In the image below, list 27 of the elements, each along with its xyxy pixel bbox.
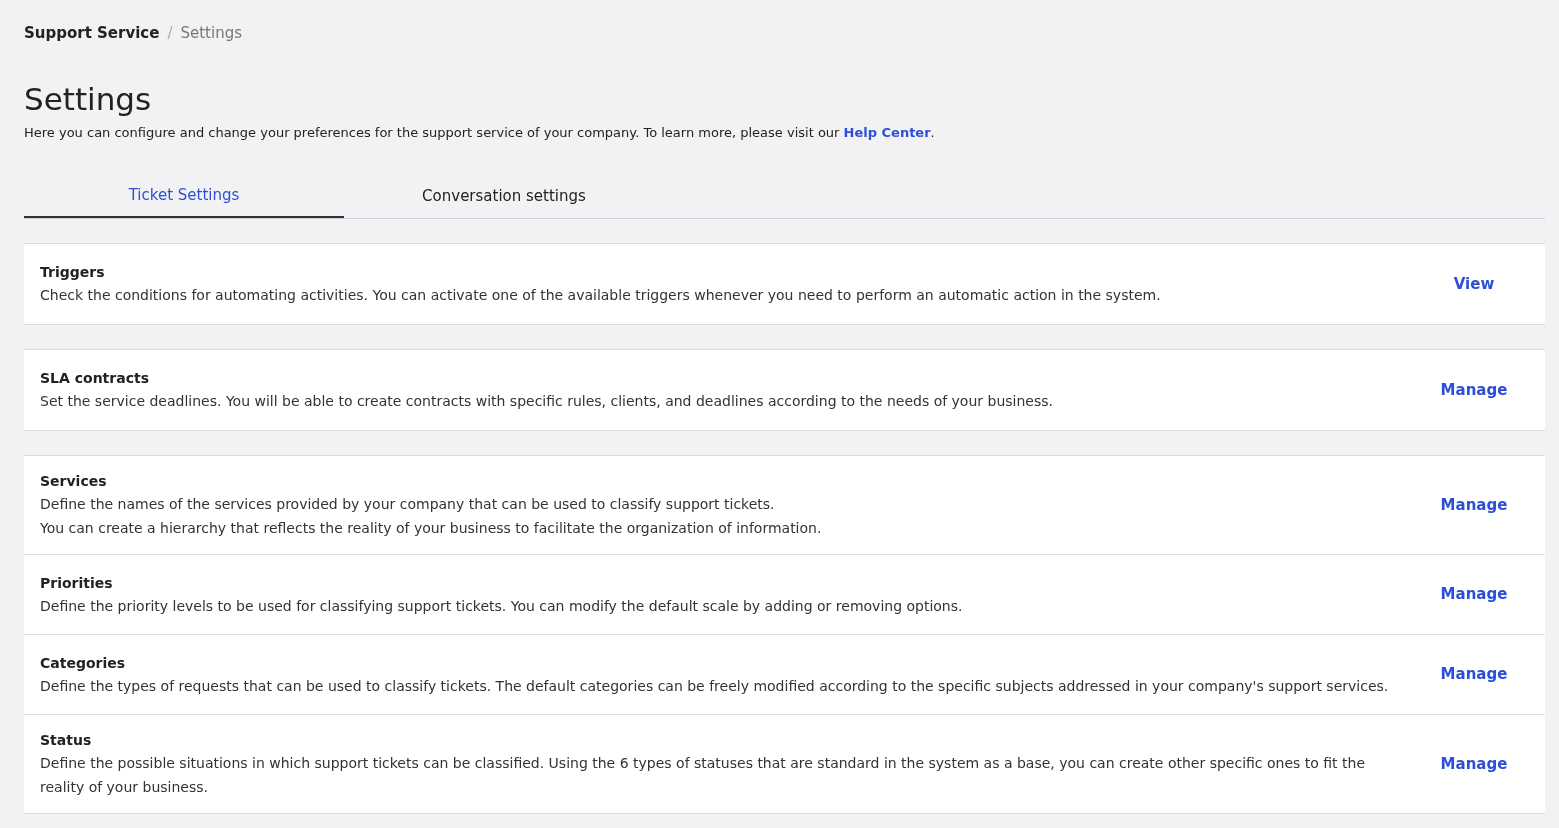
setting-description: Define the priority levels to be used for classifying support tickets. You can modify the default scale by adding or removing options.	[40, 596, 964, 616]
setting-description: You can create a hierarchy that reflects the reality of your business to facilitate the organization of information.	[40, 519, 823, 538]
setting-description: Set the service deadlines. You will be able to create contracts with specific rules, clients, and deadlines according to the needs of your business.	[40, 392, 1054, 411]
tab[interactable]: Conversation settings	[344, 180, 664, 218]
setting-title: Status	[40, 731, 93, 750]
page-title: Settings	[24, 79, 153, 119]
setting-description: Check the conditions for automating activities. You can activate one of the available triggers whenever you need to perform an automatic action in the system.	[40, 286, 1162, 305]
setting-description: Define the names of the services provided by your company that can be used to classify support tickets.	[40, 495, 776, 514]
manage-link[interactable]: Manage	[1419, 583, 1529, 606]
setting-title: Priorities	[40, 573, 114, 593]
help-center-link[interactable]: Help Center	[843, 124, 931, 140]
setting-title: SLA contracts	[40, 369, 150, 388]
manage-link[interactable]: Manage	[1419, 493, 1529, 517]
setting-description: Define the types of requests that can be used to classify tickets. The default categories can be freely modified according to the specific subjects addressed in your company's support services.	[40, 676, 1390, 696]
manage-link[interactable]: Manage	[1419, 663, 1529, 686]
manage-link[interactable]: Manage	[1419, 752, 1529, 776]
page-description: Here you can configure and change your preferences for the support service of your company. To learn more, please visit our Help Center.	[24, 123, 936, 142]
tab[interactable]: Ticket Settings	[24, 180, 344, 218]
manage-link[interactable]: View	[1419, 272, 1529, 296]
setting-title: Triggers	[40, 263, 106, 282]
setting-title: Services	[40, 472, 108, 491]
breadcrumb-separator: /	[167, 23, 173, 44]
breadcrumb-item[interactable]: Support Service	[24, 22, 160, 45]
setting-description: Define the possible situations in which support tickets can be classified. Using the 6 types of statuses that are standard in the system as a base, you can create other specific ones to fit the reality of your business.	[40, 754, 1367, 797]
manage-link[interactable]: Manage	[1419, 378, 1529, 402]
setting-title: Categories	[40, 653, 127, 673]
breadcrumb-item: Settings	[180, 23, 242, 44]
